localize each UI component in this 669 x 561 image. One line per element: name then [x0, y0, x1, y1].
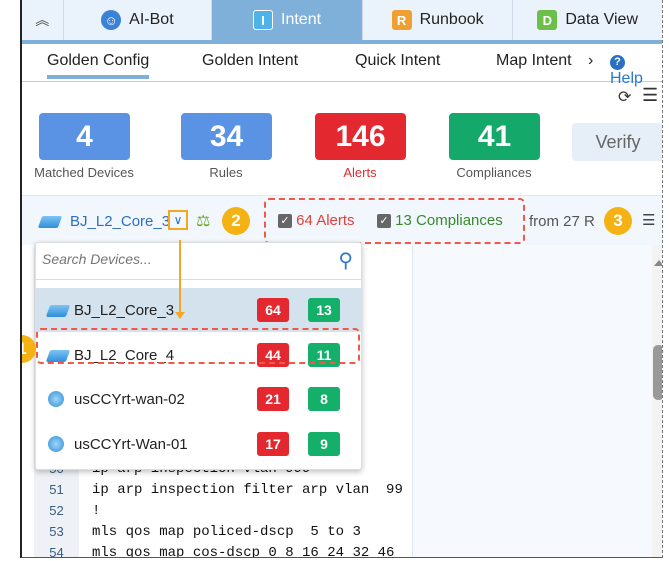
balance-icon[interactable]: ⚖	[196, 211, 210, 231]
stat-value: 4	[76, 119, 93, 153]
stat-value: 34	[209, 119, 244, 153]
list-icon[interactable]: ☰	[642, 211, 655, 229]
intent-icon: I	[253, 10, 273, 30]
line-number: 53	[49, 524, 64, 539]
search-devices-input[interactable]	[42, 251, 302, 267]
line-text: mls qos map policed-dscp 5 to 3	[92, 524, 361, 540]
top-tabs: ︽ ☺ AI-Bot I Intent R Runbook D Data View	[22, 0, 662, 40]
collapse-button[interactable]: ︽	[22, 0, 64, 40]
chevron-down-icon[interactable]: ∨	[168, 210, 188, 230]
line-number: 54	[49, 545, 64, 558]
help-icon: ?	[610, 55, 625, 70]
arrow-line	[179, 240, 181, 313]
device-list-item[interactable]: usCCYrt-Wan-01 17 9	[36, 422, 361, 466]
robot-icon: ☺	[101, 10, 122, 30]
tab-label: Runbook	[419, 11, 484, 28]
switch-icon	[37, 216, 63, 228]
device-list-item[interactable]: BJ_L2_Core_3 64 13	[36, 288, 361, 332]
tab-intent[interactable]: I Intent	[212, 0, 363, 40]
arrow-head	[175, 312, 185, 319]
subtab-quick-intent[interactable]: Quick Intent	[355, 52, 440, 70]
line-text: ip arp inspection filter arp vlan 99	[92, 482, 403, 498]
search-box: ⚲	[36, 243, 361, 280]
highlight-device	[36, 328, 360, 364]
intent-panel: ︽ ☺ AI-Bot I Intent R Runbook D Data View Go…	[20, 0, 663, 558]
stat-value: 146	[335, 119, 386, 153]
help-label: Help	[610, 70, 643, 87]
tab-label: AI-Bot	[129, 11, 174, 28]
stat-value: 41	[477, 119, 512, 153]
data-view-icon: D	[537, 10, 558, 30]
compare-panel	[412, 245, 652, 557]
device-name: BJ_L2_Core_3	[74, 301, 175, 319]
chevron-right-icon[interactable]: ›	[588, 52, 593, 70]
tab-runbook[interactable]: R Runbook	[363, 0, 514, 40]
alerts-badge: 17	[257, 432, 289, 456]
line-number: 51	[49, 482, 64, 497]
stat-label: Rules	[209, 165, 243, 180]
sub-tabs: Golden Config Golden Intent Quick Intent…	[22, 44, 662, 87]
subtab-golden-intent[interactable]: Golden Intent	[202, 52, 298, 70]
stat-label: Alerts	[343, 165, 377, 180]
callout-2: 2	[222, 207, 250, 235]
line-number: 52	[49, 503, 64, 518]
subtab-golden-config[interactable]: Golden Config	[47, 52, 150, 79]
alerts-badge: 21	[257, 387, 289, 411]
tab-label: Data View	[565, 11, 639, 28]
tab-ai-bot[interactable]: ☺ AI-Bot	[64, 0, 213, 40]
stat-label: Compliances	[456, 165, 532, 180]
help-link[interactable]: ? Help	[610, 52, 662, 88]
router-icon	[48, 436, 64, 452]
line-text: !	[92, 503, 101, 519]
device-list-item[interactable]: usCCYrt-wan-02 21 8	[36, 377, 361, 421]
switch-icon	[45, 305, 71, 317]
compliances-badge: 9	[308, 432, 340, 456]
alerts-badge: 64	[257, 298, 289, 322]
line-text: mls qos map cos-dscp 0 8 16 24 32 46	[92, 545, 395, 558]
tab-data-view[interactable]: D Data View	[513, 0, 662, 40]
stat-label: Matched Devices	[34, 165, 134, 180]
menu-icon[interactable]: ☰	[642, 85, 658, 106]
compliances-badge: 8	[308, 387, 340, 411]
double-chevron-up-icon: ︽	[35, 12, 50, 28]
scrollbar[interactable]	[652, 245, 662, 557]
callout-3: 3	[604, 207, 632, 235]
device-name: usCCYrt-wan-02	[74, 390, 185, 408]
runbook-icon: R	[391, 10, 412, 30]
alerts-card[interactable]: 146	[315, 113, 406, 160]
compliances-card[interactable]: 41	[449, 113, 540, 160]
tab-label: Intent	[281, 11, 322, 28]
scroll-thumb[interactable]	[653, 345, 662, 400]
device-name: usCCYrt-Wan-01	[74, 435, 188, 453]
subtab-map-intent[interactable]: Map Intent	[496, 52, 572, 70]
from-rules-text: from 27 R	[529, 213, 595, 230]
rules-card[interactable]: 34	[181, 113, 272, 160]
highlight-filters	[264, 198, 525, 244]
search-icon[interactable]: ⚲	[338, 248, 353, 273]
router-icon	[48, 391, 64, 407]
matched-devices-card[interactable]: 4	[39, 113, 130, 160]
selected-device[interactable]: BJ_L2_Core_3	[70, 213, 170, 230]
verify-button[interactable]: Verify	[572, 123, 662, 161]
compliances-badge: 13	[308, 298, 340, 322]
refresh-icon[interactable]: ⟳	[618, 87, 631, 107]
scroll-up-icon[interactable]	[654, 260, 662, 266]
